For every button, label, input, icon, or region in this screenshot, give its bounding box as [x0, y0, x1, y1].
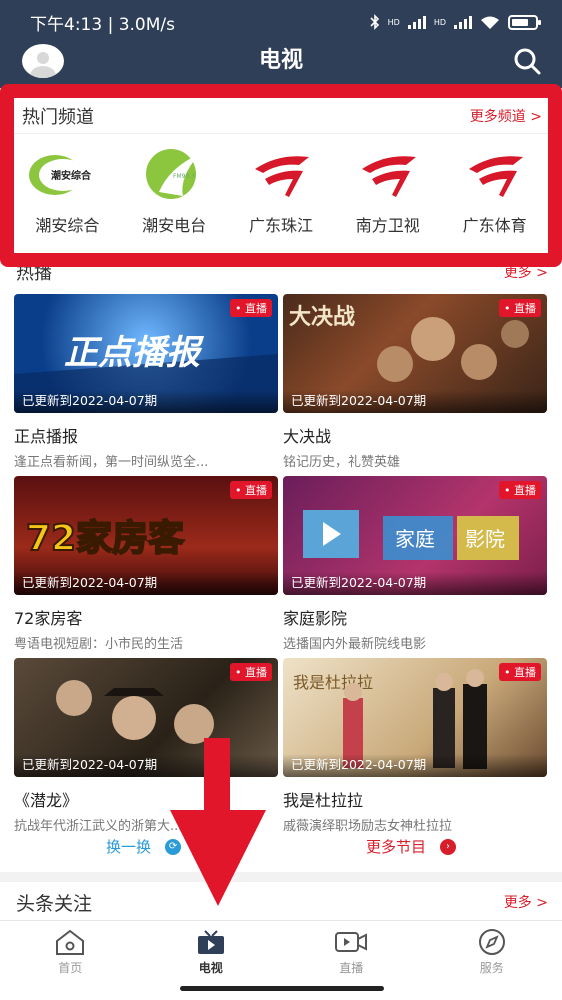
hot-title: 热播	[16, 263, 52, 284]
hot-section: 热播 更多 > 正点播报 • 直播 已更新到2022-04-07期 正点播报 逢…	[0, 254, 562, 872]
update-caption: 已更新到2022-04-07期	[14, 572, 278, 595]
tab-label: 电视	[198, 961, 223, 975]
more-channels-link[interactable]: 更多频道 >	[470, 106, 542, 126]
live-badge: • 直播	[230, 299, 272, 317]
program-thumbnail: 72家房客 • 直播 已更新到2022-04-07期	[14, 476, 278, 595]
page-title: 电视	[258, 48, 303, 73]
signal-icon-2	[454, 15, 472, 29]
program-desc: 粤语电视短剧：小市民的生活	[14, 637, 184, 652]
update-caption: 已更新到2022-04-07期	[283, 572, 547, 595]
chevron-right-icon: ›	[440, 838, 457, 855]
program-title: 正点播报	[14, 427, 79, 446]
guangdong-tv-logo	[229, 148, 333, 200]
live-badge: • 直播	[499, 299, 541, 317]
tab-label: 首页	[58, 961, 83, 975]
channel-label: 广东珠江	[248, 216, 313, 235]
program-title: 大决战	[283, 427, 332, 446]
program-title: 我是杜拉拉	[283, 791, 364, 810]
live-badge: • 直播	[499, 663, 541, 681]
program-title: 72家房客	[14, 609, 83, 628]
tv-icon	[161, 927, 261, 957]
channel-label: 南方卫视	[355, 216, 420, 235]
status-bar: 下午4:13 | 3.0M/s HD HD	[0, 0, 562, 44]
program-desc: 戚薇演绎职场励志女神杜拉拉	[283, 819, 453, 834]
program-thumbnail: 正点播报 • 直播 已更新到2022-04-07期	[14, 294, 278, 413]
status-icons: HD HD	[370, 14, 541, 30]
refresh-label: 换一换	[106, 838, 152, 856]
hot-header: 热播 更多 >	[16, 258, 548, 286]
battery-icon	[508, 14, 541, 30]
update-caption: 已更新到2022-04-07期	[283, 754, 547, 777]
channel-item-guangdong-sports[interactable]: 广东体育	[443, 148, 547, 236]
program-title: 家庭影院	[283, 609, 348, 628]
svg-text:影院: 影院	[465, 527, 505, 551]
channel-item-nanfang[interactable]: 南方卫视	[336, 148, 440, 236]
headline-more-link[interactable]: 更多 >	[504, 892, 548, 912]
channel-label: 潮安综合	[35, 216, 100, 235]
program-tile-dajuezhan[interactable]: 大决战 • 直播 已更新到2022-04-07期 大决战 铭记历史，礼赞英雄	[283, 294, 547, 470]
more-programs-label: 更多节目	[366, 838, 427, 856]
home-icon	[20, 927, 120, 957]
chaoan-general-logo: 潮安综合	[15, 148, 119, 200]
status-time-speed: 下午4:13 | 3.0M/s	[30, 14, 175, 35]
tab-label: 服务	[479, 961, 504, 975]
svg-text:正点播报: 正点播报	[64, 333, 205, 373]
channel-label: 潮安电台	[142, 216, 207, 235]
channels-title: 热门频道	[22, 106, 94, 128]
svg-text:大决战: 大决战	[289, 304, 355, 330]
channel-item-guangdong-zhujiang[interactable]: 广东珠江	[229, 148, 333, 236]
channel-list: 潮安综合 潮安综合 FM95.3 潮安电台 广东珠江 南方卫视 广东体育	[14, 134, 548, 236]
program-desc: 铭记历史，礼赞英雄	[283, 455, 401, 470]
channel-label: 广东体育	[462, 216, 527, 235]
tab-services[interactable]: 服务	[442, 921, 542, 1000]
more-programs-button[interactable]: 更多节目 ›	[366, 836, 457, 857]
live-badge: • 直播	[230, 663, 272, 681]
update-caption: 已更新到2022-04-07期	[14, 390, 278, 413]
update-caption: 已更新到2022-04-07期	[283, 390, 547, 413]
bluetooth-icon	[370, 14, 379, 30]
channel-item-chaoan-general[interactable]: 潮安综合 潮安综合	[15, 148, 119, 236]
svg-text:家庭: 家庭	[395, 527, 435, 551]
hd-label-2: HD	[433, 17, 446, 27]
wifi-icon	[481, 16, 499, 29]
program-tile-dulala[interactable]: 我是杜拉拉 • 直播 已更新到2022-04-07期 我是杜拉拉 戚薇演绎职场励…	[283, 658, 547, 834]
guangdong-tv-logo	[336, 148, 440, 200]
down-arrow-icon	[170, 738, 266, 906]
program-tile-home-cinema[interactable]: 家庭 影院 • 直播 已更新到2022-04-07期 家庭影院 选播国内外最新院…	[283, 476, 547, 652]
program-desc: 选播国内外最新院线电影	[283, 637, 427, 652]
live-badge: • 直播	[499, 481, 541, 499]
home-indicator	[180, 986, 384, 991]
tab-label: 直播	[339, 961, 364, 975]
live-icon	[301, 927, 401, 957]
compass-icon	[442, 927, 542, 957]
popular-channels-section: 热门频道 更多频道 > 潮安综合 潮安综合 FM95.3 潮安电台 广东珠江 南…	[14, 98, 548, 254]
hot-more-link[interactable]: 更多 >	[504, 262, 548, 282]
headline-section-header: 头条关注 更多 >	[0, 882, 562, 922]
program-tile-72-tenants[interactable]: 72家房客 • 直播 已更新到2022-04-07期 72家房客 粤语电视短剧：…	[14, 476, 278, 652]
hd-label-1: HD	[387, 17, 400, 27]
search-icon[interactable]	[512, 46, 542, 76]
chaoan-radio-logo: FM95.3	[122, 148, 226, 200]
svg-text:FM95.3: FM95.3	[173, 173, 195, 180]
program-tile-zhengdian[interactable]: 正点播报 • 直播 已更新到2022-04-07期 正点播报 逢正点看新闻，第一…	[14, 294, 278, 470]
channel-item-chaoan-radio[interactable]: FM95.3 潮安电台	[122, 148, 226, 236]
program-desc: 逢正点看新闻，第一时间纵览全...	[14, 455, 209, 470]
svg-text:潮安综合: 潮安综合	[51, 169, 92, 182]
signal-icon-1	[407, 15, 426, 29]
program-thumbnail: 我是杜拉拉 • 直播 已更新到2022-04-07期	[283, 658, 547, 777]
channels-header: 热门频道 更多频道 >	[14, 98, 548, 134]
program-thumbnail: 家庭 影院 • 直播 已更新到2022-04-07期	[283, 476, 547, 595]
headline-title: 头条关注	[16, 892, 93, 915]
tab-home[interactable]: 首页	[20, 921, 120, 1000]
svg-text:72家房客: 72家房客	[26, 518, 184, 559]
program-thumbnail: 大决战 • 直播 已更新到2022-04-07期	[283, 294, 547, 413]
live-badge: • 直播	[230, 481, 272, 499]
guangdong-tv-logo	[443, 148, 547, 200]
top-bar: 下午4:13 | 3.0M/s HD HD 电视	[0, 0, 562, 88]
